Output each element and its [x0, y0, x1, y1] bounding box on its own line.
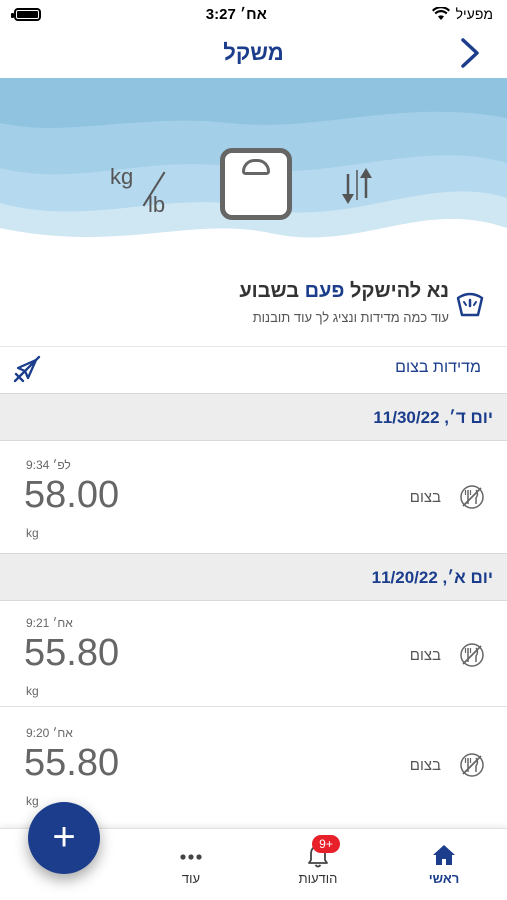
notification-badge: 9+ [312, 835, 340, 853]
tab-more-label: עוד [181, 871, 201, 886]
divider [0, 346, 507, 347]
measurement-unit: kg [26, 794, 39, 808]
reminder-title-accent: פעם [304, 280, 345, 302]
measurement-time: 9:34 לפ׳ [26, 458, 71, 472]
no-food-icon[interactable] [12, 354, 42, 384]
fasting-filter-link[interactable]: מדידות בצום [395, 359, 481, 377]
measurement-unit: kg [26, 684, 39, 698]
tab-notifications-label: הודעות [298, 871, 338, 886]
unit-kg-label: kg [110, 164, 134, 189]
battery-icon [11, 7, 41, 21]
measurement-row[interactable]: 9:21 אח׳ 55.80 kg בצום [0, 602, 507, 712]
carrier-info: מפעיל [431, 6, 493, 22]
scale-dial [242, 159, 270, 175]
tab-more[interactable]: עוד [141, 839, 241, 895]
sort-icon[interactable] [336, 160, 376, 210]
divider [0, 706, 507, 707]
date-header: יום א׳, 11/20/22 [0, 553, 507, 601]
fork-knife-off-icon [460, 643, 484, 667]
date-header: יום ד׳, 11/30/22 [0, 393, 507, 441]
measurement-value: 58.00 [24, 474, 120, 516]
hero-banner: kg lb [0, 78, 507, 268]
status-label: בצום [409, 756, 441, 774]
fork-knife-off-icon [460, 753, 484, 777]
home-icon [433, 845, 455, 865]
unit-lb-label: lb [148, 192, 166, 217]
wifi-icon [431, 7, 450, 20]
reminder-title: נא להישקל פעם בשבוע [239, 280, 449, 303]
tab-notifications[interactable]: 9+ הודעות [268, 835, 368, 895]
status-label: בצום [409, 488, 441, 506]
page-title: משקל [223, 40, 284, 65]
measurement-value: 55.80 [24, 632, 120, 674]
scale-icon[interactable] [220, 148, 292, 220]
add-measurement-button[interactable]: + [28, 802, 100, 874]
measurement-status: בצום [410, 642, 485, 668]
reminder-card: נא להישקל פעם בשבוע עוד כמה מדידות ונציג… [0, 270, 507, 346]
reminder-subtitle: עוד כמה מדידות ונציג לך עוד תובנות [252, 310, 449, 325]
carrier-label: מפעיל [455, 6, 493, 22]
measurement-status: בצום [410, 752, 485, 778]
tab-home-label: ראשי [428, 871, 460, 886]
scale-icon [456, 292, 484, 317]
hero-icons: kg lb [0, 148, 507, 228]
status-time: 3:27 אח׳ [205, 5, 267, 23]
chevron-right-icon[interactable] [455, 36, 485, 70]
dots-icon [180, 854, 202, 860]
reminder-title-prefix: נא להישקל [349, 280, 449, 302]
header: משקל [0, 28, 507, 78]
reminder-title-suffix: בשבוע [239, 280, 300, 302]
tab-home[interactable]: ראשי [394, 839, 494, 895]
date-label: יום א׳, 11/20/22 [371, 568, 493, 587]
filter-row: מדידות בצום [0, 348, 507, 392]
measurement-row[interactable]: 9:34 לפ׳ 58.00 kg בצום [0, 444, 507, 554]
status-bar: 3:27 אח׳ מפעיל [0, 0, 507, 28]
measurement-unit: kg [26, 526, 39, 540]
unit-switch[interactable]: kg lb [110, 158, 180, 218]
status-label: בצום [409, 646, 441, 664]
measurement-time: 9:20 אח׳ [26, 726, 73, 740]
measurement-value: 55.80 [24, 742, 120, 784]
measurement-status: בצום [410, 484, 485, 510]
measurement-time: 9:21 אח׳ [26, 616, 73, 630]
fork-knife-off-icon [460, 485, 484, 509]
date-label: יום ד׳, 11/30/22 [373, 408, 493, 427]
